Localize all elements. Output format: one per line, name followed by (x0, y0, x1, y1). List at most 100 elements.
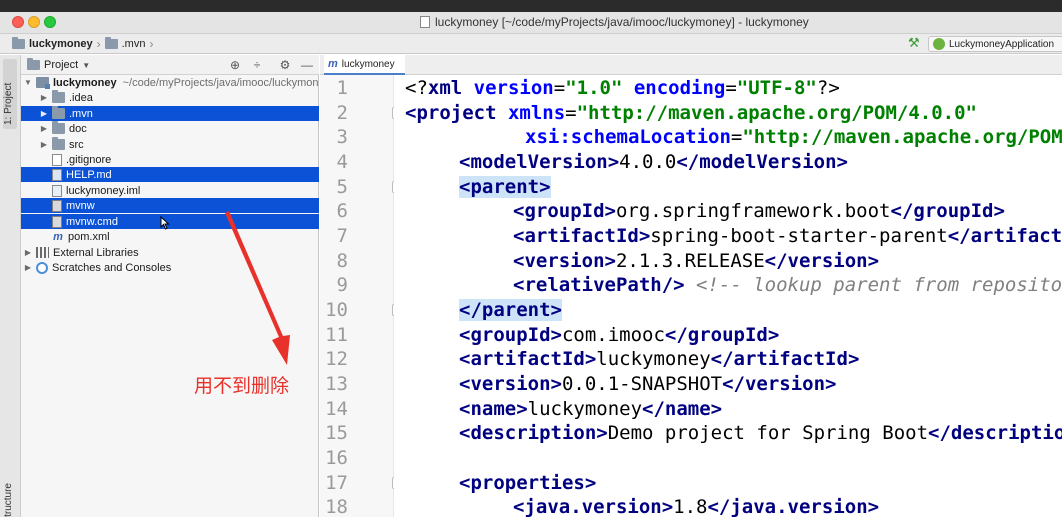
project-view-selector[interactable]: Project ▼ (27, 58, 91, 71)
code-area[interactable]: <?xml version="1.0" encoding="UTF-8"?> <… (394, 75, 1062, 517)
build-hammer-icon[interactable]: ⚒ (908, 36, 922, 50)
tree-node-help-md[interactable]: HELP.md (21, 167, 319, 182)
collapsed-arrow-icon[interactable]: ▶ (23, 263, 33, 272)
line-number: 14 (325, 398, 348, 420)
tree-node-label: pom.xml (68, 230, 110, 243)
breadcrumb: luckymoney › .mvn › (12, 37, 153, 51)
line-number: 12 (325, 348, 348, 370)
collapsed-arrow-icon[interactable]: ▶ (39, 124, 49, 133)
line-number: 5 (336, 176, 348, 198)
line-number: 11 (325, 324, 348, 346)
folder-icon (52, 121, 65, 134)
line-number: 8 (336, 250, 348, 272)
line-number: 6 (336, 200, 348, 222)
tree-node-mvn[interactable]: ▶ .mvn (21, 106, 319, 121)
tree-node-luckymoney-iml[interactable]: luckymoney.iml (21, 183, 319, 198)
tab-luckymoney[interactable]: m luckymoney (324, 55, 405, 75)
mouse-cursor-icon (160, 216, 170, 230)
project-view-icon (27, 58, 40, 70)
expanded-arrow-icon[interactable]: ▼ (23, 78, 33, 87)
line-number: 10 (325, 299, 348, 321)
line-number: 7 (336, 225, 348, 247)
file-icon (52, 153, 62, 166)
tree-node-label: Scratches and Consoles (52, 261, 172, 274)
project-tool-tab[interactable]: 1: Project (3, 59, 17, 129)
code-line-10: </parent> (459, 299, 562, 321)
locate-file-icon[interactable]: ⊕ (227, 57, 243, 73)
structure-tool-tab[interactable]: Structure (3, 483, 17, 517)
editor-tab-bar: m luckymoney (320, 55, 1062, 75)
tree-node-label: doc (69, 122, 87, 135)
code-line-15: <description>Demo project for Spring Boo… (459, 422, 1062, 444)
line-number: 17 (325, 472, 348, 494)
code-line-2: <project xmlns="http://maven.apache.org/… (405, 102, 977, 124)
ide-window: luckymoney [~/code/myProjects/java/imooc… (0, 0, 1062, 517)
tree-node-path-hint: ~/code/myProjects/java/imooc/luckymoney (122, 76, 319, 89)
code-line-17: <properties> (459, 472, 597, 494)
collapsed-arrow-icon[interactable]: ▶ (39, 109, 49, 118)
code-line-18: <java.version>1.8</java.version> (513, 496, 880, 517)
tree-node-src[interactable]: ▶ src (21, 137, 319, 152)
line-number: 15 (325, 422, 348, 444)
annotation-arrow (225, 211, 290, 365)
code-line-8: <version>2.1.3.RELEASE</version> (513, 250, 880, 272)
code-line-3: xsi:schemaLocation="http://maven.apache.… (525, 126, 1062, 148)
code-line-7: <artifactId>spring-boot-starter-parent</… (513, 225, 1062, 247)
collapsed-arrow-icon[interactable]: ▶ (39, 93, 49, 102)
line-number: 13 (325, 373, 348, 395)
tree-node-idea[interactable]: ▶ .idea (21, 90, 319, 105)
collapsed-arrow-icon[interactable]: ▶ (39, 140, 49, 149)
line-number: 3 (336, 126, 348, 148)
maven-pom-icon: m (53, 230, 63, 243)
line-number: 4 (336, 151, 348, 173)
iml-file-icon (52, 184, 62, 197)
run-configuration-label: LuckymoneyApplication (949, 38, 1055, 50)
scratches-icon (36, 261, 48, 274)
left-tool-strip: 1: Project Structure (0, 55, 21, 517)
screen-top-strip (0, 0, 1062, 12)
dropdown-arrow-icon: ▼ (82, 60, 91, 70)
hide-panel-icon[interactable]: — (299, 57, 315, 73)
maven-pom-icon: m (328, 58, 338, 70)
tree-node-label: .mvn (69, 107, 93, 120)
breadcrumb-item-luckymoney[interactable]: luckymoney (29, 38, 93, 50)
tree-node-label: HELP.md (66, 168, 112, 181)
folder-icon (52, 106, 65, 119)
markdown-file-icon (52, 168, 62, 181)
code-line-14: <name>luckymoney</name> (459, 398, 723, 420)
collapse-all-icon[interactable]: ÷ (249, 57, 265, 73)
gear-icon[interactable]: ⚙ (277, 57, 293, 73)
close-window-button[interactable] (12, 16, 24, 28)
run-configuration-select[interactable]: LuckymoneyApplication (928, 36, 1062, 52)
tree-node-doc[interactable]: ▶ doc (21, 121, 319, 136)
tree-node-gitignore[interactable]: .gitignore (21, 152, 319, 167)
line-number: 18 (325, 496, 348, 517)
module-folder-icon (12, 37, 25, 49)
tree-node-label: .gitignore (66, 153, 112, 166)
code-line-12: <artifactId>luckymoney</artifactId> (459, 348, 860, 370)
code-line-9: <relativePath/> <!-- lookup parent from … (513, 274, 1062, 296)
code-line-1: <?xml version="1.0" encoding="UTF-8"?> (405, 77, 840, 99)
breadcrumb-item-mvn[interactable]: .mvn (122, 38, 146, 50)
tree-node-label: mvnw (66, 199, 95, 212)
editor-gutter: 1 2 3 4 5 6 7 8 9 10 11 12 13 14 15 16 1… (320, 75, 421, 517)
tree-node-luckymoney[interactable]: ▼ luckymoney ~/code/myProjects/java/imoo… (21, 75, 319, 90)
line-number: 1 (336, 77, 348, 99)
tree-node-label: luckymoney.iml (66, 184, 141, 197)
annotation-text: 用不到删除 (194, 375, 290, 397)
code-line-6: <groupId>org.springframework.boot</group… (513, 200, 1005, 222)
collapsed-arrow-icon[interactable]: ▶ (23, 248, 33, 257)
minimize-window-button[interactable] (28, 16, 40, 28)
code-line-5: <parent> (459, 176, 551, 198)
window-title-text: luckymoney [~/code/myProjects/java/imooc… (435, 15, 809, 29)
zoom-window-button[interactable] (44, 16, 56, 28)
chevron-right-icon: › (149, 37, 154, 51)
tab-label: luckymoney (341, 58, 395, 70)
project-panel-header: Project ▼ ⊕ ÷ ⚙ — (21, 55, 319, 75)
title-bar: luckymoney [~/code/myProjects/java/imooc… (0, 0, 1062, 34)
code-line-4: <modelVersion>4.0.0</modelVersion> (459, 151, 848, 173)
code-line-13: <version>0.0.1-SNAPSHOT</version> (459, 373, 837, 395)
tree-node-label: .idea (69, 91, 93, 104)
chevron-right-icon: › (96, 37, 101, 51)
tree-node-label: mvnw.cmd (66, 215, 118, 228)
